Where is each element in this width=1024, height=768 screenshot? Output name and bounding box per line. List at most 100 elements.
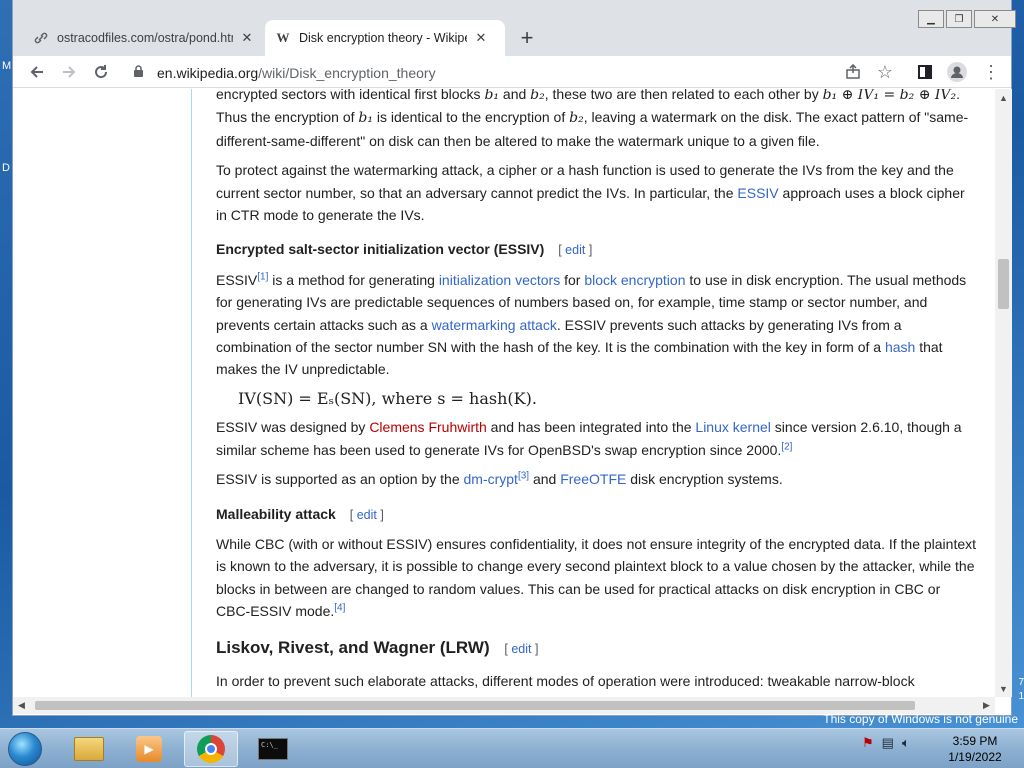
window-controls: ▁ ❐ ✕ [916, 10, 1016, 28]
desktop-icon-label: D [2, 162, 10, 174]
scroll-thumb[interactable] [998, 259, 1009, 309]
text: and [529, 471, 561, 488]
wikipedia-page: encrypted sectors with identical first b… [13, 89, 995, 697]
clock-time: 3:59 PM [952, 734, 998, 748]
network-icon[interactable]: ▤ [882, 735, 894, 751]
heading-malleability: Malleability attack [ edit ] [216, 503, 976, 526]
profile-avatar-icon[interactable] [945, 60, 969, 84]
text: encrypted sectors with identical first b… [216, 89, 485, 102]
heading-text: Malleability attack [216, 505, 336, 522]
edit-link[interactable]: edit [565, 243, 585, 257]
text: and [499, 89, 531, 102]
article-body: encrypted sectors with identical first b… [216, 89, 976, 697]
side-panel-icon[interactable] [913, 60, 937, 84]
url-path: /wiki/Disk_encryption_theory [258, 64, 436, 81]
close-icon[interactable]: ✕ [473, 30, 489, 46]
bracket: [ [349, 507, 354, 522]
url-domain: en.wikipedia.org [157, 64, 259, 81]
text: ESSIV [216, 271, 258, 288]
share-icon[interactable] [841, 60, 865, 84]
link-clemens-fruhwirth[interactable]: Clemens Fruhwirth [369, 419, 486, 435]
tab-disk-encryption[interactable]: W Disk encryption theory - Wikipedia ✕ [265, 20, 505, 56]
heading-lrw: Liskov, Rivest, and Wagner (LRW) [ edit … [216, 637, 976, 660]
menu-kebab-icon[interactable]: ⋮ [979, 60, 1003, 84]
edit-section-link: [ edit ] [558, 243, 592, 257]
bookmark-star-icon[interactable]: ☆ [873, 60, 897, 84]
reference-link[interactable]: [3] [518, 470, 529, 481]
start-button[interactable] [4, 731, 46, 767]
link-hash[interactable]: hash [885, 339, 915, 355]
paragraph-essiv: ESSIV[1] is a method for generating init… [216, 269, 976, 381]
math-b1: b₁ [484, 89, 500, 103]
desktop-icon-fragment[interactable]: M D [0, 60, 12, 200]
system-tray: ⚑ ▤ 🔈︎ [862, 735, 910, 751]
paragraph-lrw: In order to prevent such elaborate attac… [216, 670, 976, 692]
browser-toolbar: en.wikipedia.org/wiki/Disk_encryption_th… [13, 56, 1011, 88]
desktop-icon-label: M [2, 60, 12, 72]
paragraph-watermark: encrypted sectors with identical first b… [216, 89, 976, 152]
scroll-thumb[interactable] [35, 701, 915, 710]
edit-link[interactable]: edit [357, 508, 377, 522]
clock[interactable]: 3:59 PM 1/19/2022 [940, 733, 1010, 765]
reload-icon[interactable] [89, 60, 113, 84]
link-dm-crypt[interactable]: dm-crypt [464, 471, 518, 487]
scroll-up-icon[interactable]: ▲ [995, 89, 1012, 106]
reference-link[interactable]: [1] [257, 271, 268, 282]
forward-icon[interactable] [57, 60, 81, 84]
bracket: [ [558, 243, 562, 258]
text: and has been integrated into the [486, 419, 696, 436]
windows-logo-icon [8, 732, 42, 766]
link-block-encryption[interactable]: block encryption [584, 272, 685, 288]
paragraph-essiv-support: ESSIV is supported as an option by the d… [216, 468, 976, 490]
back-icon[interactable] [25, 60, 49, 84]
maximize-icon[interactable]: ❐ [946, 10, 972, 28]
heading-text: Liskov, Rivest, and Wagner (LRW) [216, 637, 490, 657]
windows-genuine-notice: This copy of Windows is not genuine [823, 712, 1018, 726]
action-center-flag-icon[interactable]: ⚑ [862, 735, 874, 751]
new-tab-button[interactable]: + [513, 24, 541, 52]
paragraph-malleability: While CBC (with or without ESSIV) ensure… [216, 533, 976, 623]
chrome-icon [197, 735, 225, 763]
tab-title: ostracodfiles.com/ostra/pond.htm [57, 31, 233, 45]
edit-section-link: [ edit ] [504, 642, 538, 656]
lock-icon[interactable] [133, 64, 149, 81]
command-prompt-icon: C:\_ [258, 738, 288, 760]
bracket: ] [534, 641, 539, 656]
content-divider [191, 89, 192, 697]
vertical-scrollbar[interactable]: ▲ ▼ [995, 89, 1012, 697]
close-icon[interactable]: ✕ [239, 30, 255, 46]
math-b2: b₂ [530, 89, 545, 103]
link-freeotfe[interactable]: FreeOTFE [560, 471, 626, 487]
reference-link[interactable]: [4] [334, 602, 345, 613]
clock-date: 1/19/2022 [948, 750, 1002, 764]
scroll-left-icon[interactable]: ◀ [13, 697, 30, 714]
desktop-edge-text: 7 1 [1014, 676, 1024, 704]
media-player-icon: ▶ [136, 736, 162, 762]
address-bar[interactable]: en.wikipedia.org/wiki/Disk_encryption_th… [133, 59, 923, 86]
taskbar-explorer[interactable] [62, 731, 116, 767]
taskbar-chrome[interactable] [184, 731, 238, 767]
link-initialization-vectors[interactable]: initialization vectors [439, 272, 560, 288]
paragraph-essiv-design: ESSIV was designed by Clemens Fruhwirth … [216, 416, 976, 461]
link-watermarking-attack[interactable]: watermarking attack [432, 317, 557, 333]
text: for [560, 271, 585, 288]
reference-link[interactable]: [2] [781, 441, 792, 452]
text: is identical to the encryption of [373, 109, 570, 126]
edit-link[interactable]: edit [511, 642, 531, 656]
scroll-down-icon[interactable]: ▼ [995, 680, 1012, 697]
edit-section-link: [ edit ] [350, 508, 384, 522]
taskbar-media-player[interactable]: ▶ [122, 731, 176, 767]
close-window-icon[interactable]: ✕ [974, 10, 1016, 28]
tab-ostracodfiles[interactable]: ostracodfiles.com/ostra/pond.htm ✕ [29, 20, 269, 56]
taskbar-cmd[interactable]: C:\_ [246, 731, 300, 767]
bracket: ] [380, 507, 384, 522]
bracket: [ [504, 641, 508, 656]
text: is a method for generating [268, 271, 439, 288]
link-linux-kernel[interactable]: Linux kernel [695, 419, 771, 435]
volume-icon[interactable]: 🔈︎ [902, 735, 910, 751]
link-essiv[interactable]: ESSIV [737, 185, 778, 201]
minimize-icon[interactable]: ▁ [918, 10, 944, 28]
paragraph-protect: To protect against the watermarking atta… [216, 159, 976, 226]
desktop-edge-line: 7 [1018, 677, 1024, 688]
text: , these two are then related to each oth… [544, 89, 823, 102]
